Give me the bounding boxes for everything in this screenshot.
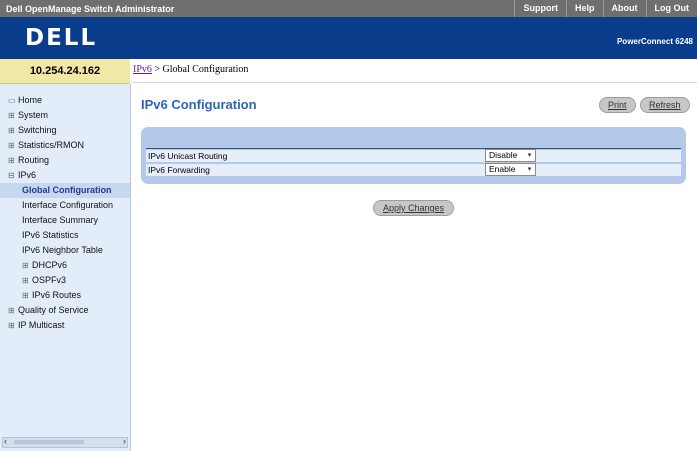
config-panel: IPv6 Unicast Routing Disable ▾ IPv6 Forw… [141, 127, 686, 184]
sidebar-item-label: System [18, 110, 49, 120]
breadcrumb: IPv6 > Global Configuration [133, 64, 248, 75]
sidebar-item-interface-summary[interactable]: Interface Summary [0, 213, 130, 228]
app-title: Dell OpenManage Switch Administrator [6, 4, 175, 14]
sidebar-item-label: IPv6 [18, 170, 37, 180]
panel-divider [146, 148, 681, 149]
ip-address-display: 10.254.24.162 [0, 59, 130, 84]
scroll-right-arrow-icon[interactable]: › [123, 436, 126, 446]
sidebar-item-ipv6-neighbor-table[interactable]: IPv6 Neighbor Table [0, 243, 130, 258]
apply-changes-button[interactable]: Apply Changes [373, 200, 455, 216]
dell-logo: DELL [25, 25, 98, 51]
sidebar-item-statistics-rmon[interactable]: ⊞ Statistics/RMON [0, 138, 130, 153]
sidebar-item-ipv6-routes[interactable]: ⊞ IPv6 Routes [0, 288, 130, 303]
expand-plus-icon[interactable]: ⊞ [8, 318, 18, 333]
sidebar-item-label: DHCPv6 [32, 260, 68, 270]
sidebar-item-ip-multicast[interactable]: ⊞ IP Multicast [0, 318, 130, 333]
nav-tree: ▭ Home ⊞ System ⊞ Switching ⊞ Statistics/RMO… [0, 93, 130, 333]
expand-plus-icon[interactable]: ⊞ [8, 138, 18, 153]
expand-plus-icon[interactable]: ⊞ [22, 273, 32, 288]
forwarding-value: Enable [489, 164, 516, 174]
sidebar-item-label: IPv6 Neighbor Table [22, 245, 103, 255]
sidebar-item-home[interactable]: ▭ Home [0, 93, 130, 108]
chevron-down-icon: ▾ [527, 166, 532, 173]
sidebar-item-label: IPv6 Routes [32, 290, 82, 300]
help-link[interactable]: Help [565, 0, 603, 17]
sidebar: ▭ Home ⊞ System ⊞ Switching ⊞ Statistics/RMO… [0, 84, 131, 451]
expand-plus-icon[interactable]: ⊞ [8, 108, 18, 123]
config-row-unicast-routing: IPv6 Unicast Routing Disable ▾ [146, 149, 681, 162]
content-divider [132, 82, 697, 83]
expand-plus-icon[interactable]: ⊞ [8, 303, 18, 318]
expand-plus-icon[interactable]: ⊞ [22, 288, 32, 303]
sidebar-item-label: IPv6 Statistics [22, 230, 79, 240]
sidebar-item-ipv6-statistics[interactable]: IPv6 Statistics [0, 228, 130, 243]
sidebar-item-label: IP Multicast [18, 320, 65, 330]
sidebar-horizontal-scrollbar[interactable]: ‹ › [2, 436, 128, 448]
unicast-routing-value: Disable [489, 150, 518, 160]
expand-plus-icon[interactable]: ⊞ [8, 153, 18, 168]
top-bar: Dell OpenManage Switch Administrator Sup… [0, 0, 697, 17]
scrollbar-thumb[interactable] [14, 440, 84, 444]
sidebar-item-label: Interface Summary [22, 215, 99, 225]
sidebar-item-system[interactable]: ⊞ System [0, 108, 130, 123]
sidebar-item-switching[interactable]: ⊞ Switching [0, 123, 130, 138]
about-link[interactable]: About [602, 0, 646, 17]
sidebar-item-label: Routing [18, 155, 50, 165]
unicast-routing-select[interactable]: Disable ▾ [485, 149, 536, 162]
forwarding-select[interactable]: Enable ▾ [485, 163, 536, 176]
sidebar-item-label: Statistics/RMON [18, 140, 85, 150]
sidebar-item-label: Quality of Service [18, 305, 89, 315]
chevron-down-icon: ▾ [527, 152, 532, 159]
sidebar-item-label: OSPFv3 [32, 275, 67, 285]
sidebar-item-label: Interface Configuration [22, 200, 114, 210]
header-banner: DELL PowerConnect 6248 [0, 17, 697, 59]
collapse-minus-icon[interactable]: ⊟ [8, 168, 18, 183]
sidebar-item-interface-configuration[interactable]: Interface Configuration [0, 198, 130, 213]
sidebar-item-global-configuration[interactable]: Global Configuration [0, 183, 130, 198]
sidebar-item-dhcpv6[interactable]: ⊞ DHCPv6 [0, 258, 130, 273]
page-title: IPv6 Configuration [141, 97, 257, 112]
breadcrumb-separator: > [154, 64, 161, 75]
refresh-button[interactable]: Refresh [640, 97, 690, 113]
breadcrumb-current: Global Configuration [162, 64, 249, 75]
scroll-left-arrow-icon[interactable]: ‹ [4, 436, 7, 446]
sidebar-item-routing[interactable]: ⊞ Routing [0, 153, 130, 168]
support-link[interactable]: Support [514, 0, 566, 17]
home-icon: ▭ [8, 96, 16, 105]
expand-plus-icon[interactable]: ⊞ [22, 258, 32, 273]
sidebar-item-ipv6[interactable]: ⊟ IPv6 [0, 168, 130, 183]
sidebar-item-label: Global Configuration [22, 185, 112, 195]
sidebar-item-quality-of-service[interactable]: ⊞ Quality of Service [0, 303, 130, 318]
unicast-routing-label: IPv6 Unicast Routing [148, 151, 228, 161]
sidebar-item-ospfv3[interactable]: ⊞ OSPFv3 [0, 273, 130, 288]
sidebar-item-label: Home [18, 95, 43, 105]
top-nav: Support Help About Log Out [514, 0, 697, 17]
sidebar-item-label: Switching [18, 125, 57, 135]
log-out-link[interactable]: Log Out [645, 0, 697, 17]
config-row-forwarding: IPv6 Forwarding Enable ▾ [146, 163, 681, 176]
expand-plus-icon[interactable]: ⊞ [8, 123, 18, 138]
product-name: PowerConnect 6248 [616, 37, 693, 46]
print-button[interactable]: Print [599, 97, 636, 113]
breadcrumb-link-ipv6[interactable]: IPv6 [133, 64, 152, 75]
forwarding-label: IPv6 Forwarding [148, 165, 210, 175]
